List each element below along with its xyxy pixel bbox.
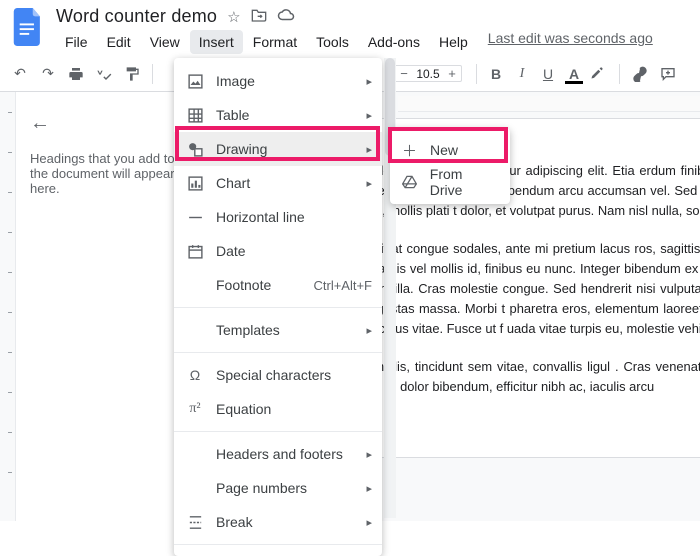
spellcheck-icon[interactable] xyxy=(92,62,116,86)
drawing-submenu: ＋ New From Drive xyxy=(390,128,510,204)
insert-templates[interactable]: Templates▸ xyxy=(174,313,382,347)
insert-link-icon[interactable] xyxy=(628,62,652,86)
insert-menu-popup: Image▸ Table▸ Drawing▸ Chart▸ Horizontal… xyxy=(174,58,382,556)
table-icon xyxy=(186,106,204,124)
hrule-icon xyxy=(186,208,204,226)
date-icon xyxy=(186,242,204,260)
image-icon xyxy=(186,72,204,90)
undo-icon[interactable]: ↶ xyxy=(8,62,32,86)
insert-horizontal-line[interactable]: Horizontal line xyxy=(174,200,382,234)
docs-logo-icon[interactable] xyxy=(10,6,46,48)
insert-date[interactable]: Date xyxy=(174,234,382,268)
cloud-saved-icon[interactable] xyxy=(277,8,295,26)
italic-button[interactable]: I xyxy=(511,66,533,82)
redo-icon[interactable]: ↷ xyxy=(36,62,60,86)
menu-file[interactable]: File xyxy=(56,30,97,54)
move-folder-icon[interactable] xyxy=(251,8,267,26)
paint-format-icon[interactable] xyxy=(120,62,144,86)
outline-empty-hint: Headings that you add to the document wi… xyxy=(30,151,182,196)
break-icon xyxy=(186,513,204,531)
last-edit-link[interactable]: Last edit was seconds ago xyxy=(488,30,653,54)
chart-icon xyxy=(186,174,204,192)
drawing-icon xyxy=(186,140,204,158)
insert-drawing[interactable]: Drawing▸ xyxy=(174,132,382,166)
insert-equation[interactable]: π² Equation xyxy=(174,392,382,426)
insert-comment-icon[interactable] xyxy=(656,62,680,86)
body-paragraph: et urna mollis, tincidunt sem vitae, con… xyxy=(327,357,700,397)
insert-image[interactable]: Image▸ xyxy=(174,64,382,98)
menu-view[interactable]: View xyxy=(141,30,189,54)
insert-footnote[interactable]: Footnote Ctrl+Alt+F xyxy=(174,268,382,302)
underline-button[interactable]: U xyxy=(537,66,559,82)
star-icon[interactable]: ☆ xyxy=(227,8,240,26)
insert-table[interactable]: Table▸ xyxy=(174,98,382,132)
bold-button[interactable]: B xyxy=(485,66,507,82)
drawing-from-drive[interactable]: From Drive xyxy=(390,166,510,198)
special-chars-icon: Ω xyxy=(186,366,204,384)
outline-back-icon[interactable]: ← xyxy=(30,112,182,135)
body-paragraph: empor, elit at congue sodales, ante mi p… xyxy=(327,239,700,339)
document-title[interactable]: Word counter demo xyxy=(56,6,217,27)
menu-addons[interactable]: Add-ons xyxy=(359,30,429,54)
menu-scrollbar[interactable] xyxy=(384,58,396,518)
insert-headers-footers[interactable]: Headers and footers▸ xyxy=(174,437,382,471)
plus-icon: ＋ xyxy=(402,140,418,161)
menu-insert[interactable]: Insert xyxy=(190,30,243,54)
menubar: File Edit View Insert Format Tools Add-o… xyxy=(56,30,690,54)
menu-tools[interactable]: Tools xyxy=(307,30,358,54)
vertical-ruler xyxy=(0,92,16,521)
page: ipsum dolor sit amet, consectetur adipis… xyxy=(326,118,700,458)
insert-break[interactable]: Break▸ xyxy=(174,505,382,539)
text-color-button[interactable]: A xyxy=(563,66,585,82)
font-size-minus[interactable]: − xyxy=(395,66,413,81)
highlight-color-button[interactable] xyxy=(589,66,611,81)
menu-help[interactable]: Help xyxy=(430,30,477,54)
insert-chart[interactable]: Chart▸ xyxy=(174,166,382,200)
font-size-plus[interactable]: + xyxy=(443,66,461,81)
horizontal-ruler xyxy=(398,96,700,112)
header: Word counter demo ☆ File Edit View Inser… xyxy=(0,0,700,54)
font-size-control[interactable]: − 10.5 + xyxy=(394,65,462,82)
insert-special-chars[interactable]: Ω Special characters xyxy=(174,358,382,392)
drawing-new[interactable]: ＋ New xyxy=(390,134,510,166)
font-size-value[interactable]: 10.5 xyxy=(413,67,443,81)
equation-icon: π² xyxy=(186,400,204,418)
print-icon[interactable] xyxy=(64,62,88,86)
menu-format[interactable]: Format xyxy=(244,30,306,54)
outline-panel: ← Headings that you add to the document … xyxy=(16,92,196,521)
insert-page-numbers[interactable]: Page numbers▸ xyxy=(174,471,382,505)
menu-edit[interactable]: Edit xyxy=(98,30,140,54)
drive-icon xyxy=(402,175,418,189)
body-paragraph: ipsum dolor sit amet, consectetur adipis… xyxy=(327,161,700,221)
